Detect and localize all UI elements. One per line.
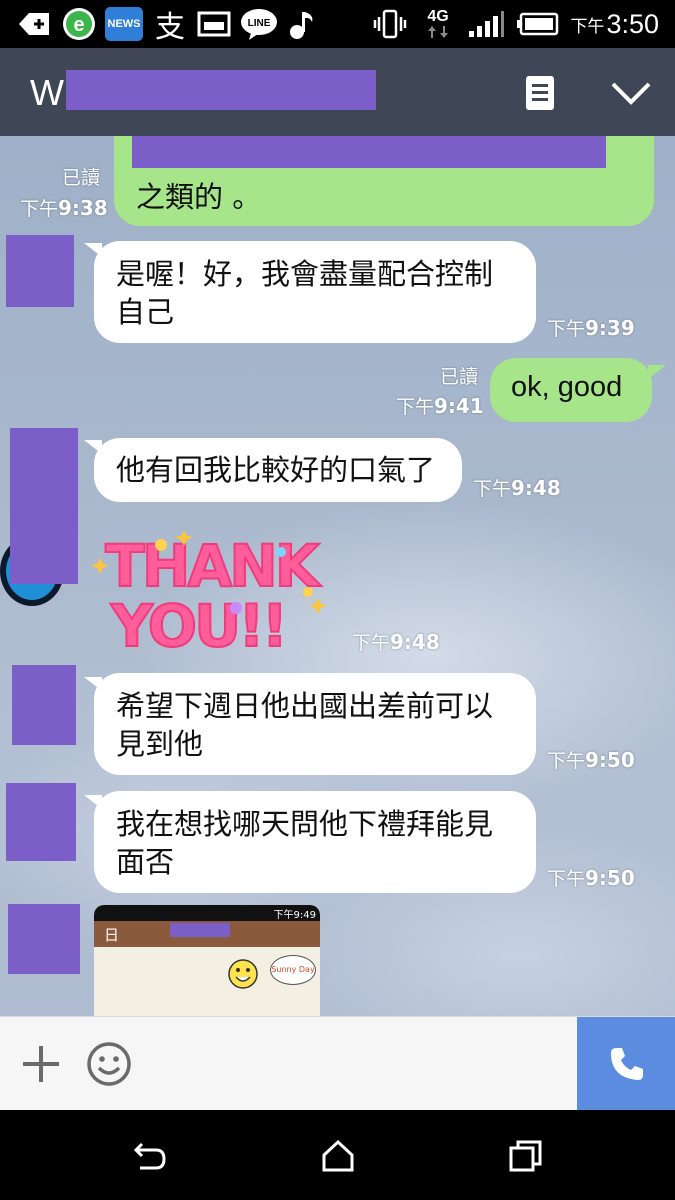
message-text: 之類的 。 xyxy=(136,180,262,214)
sticker-text-line2: YOU!! xyxy=(110,592,285,660)
thumb-statusbar: 下午9:49 xyxy=(94,905,320,921)
nav-bar xyxy=(0,1110,675,1200)
call-button[interactable] xyxy=(577,1017,675,1111)
time-prefix: 下午 xyxy=(547,868,586,890)
time-value: 9:48 xyxy=(390,630,440,654)
message-time: 下午9:41 xyxy=(396,392,484,419)
speech-text: Sunny Day xyxy=(271,965,315,974)
time-prefix: 下午 xyxy=(547,750,586,772)
avatar[interactable] xyxy=(12,665,76,745)
thank-you-sticker[interactable]: THANK YOU!! xyxy=(86,520,336,661)
message-bubble-in[interactable]: 我在想找哪天問他下禮拜能見 面否 xyxy=(94,791,536,893)
battery-icon xyxy=(514,7,562,41)
thumb-tab: 日 xyxy=(104,926,120,944)
status-clock: 下午 3:50 xyxy=(570,8,659,40)
message-bubble-in[interactable]: 希望下週日他出國出差前可以 見到他 xyxy=(94,673,536,775)
message-bubble-in[interactable]: 他有回我比較好的口氣了 xyxy=(94,438,462,502)
line-label: LINE xyxy=(248,18,271,29)
message-time: 下午9:50 xyxy=(547,864,635,891)
zhi-app-icon: 支 xyxy=(152,7,188,45)
bubble-tail xyxy=(648,365,666,379)
time-value: 9:41 xyxy=(434,394,484,418)
message-time: 下午9:39 xyxy=(547,314,635,341)
thumb-time: 下午9:49 xyxy=(273,910,316,921)
time-prefix: 下午 xyxy=(396,396,435,418)
redacted-title xyxy=(66,70,376,110)
zhi-label: 支 xyxy=(155,10,185,45)
line-app-icon: LINE xyxy=(238,7,280,41)
avatar[interactable] xyxy=(6,783,76,861)
network-label: 4G xyxy=(427,8,449,25)
gallery-icon xyxy=(196,7,232,41)
clock-prefix: 下午 xyxy=(570,17,605,37)
time-value: 9:38 xyxy=(58,196,108,220)
music-icon xyxy=(286,7,320,41)
news-label: NEWS xyxy=(105,7,143,41)
sticker-text-line1: THANK xyxy=(105,532,322,600)
time-value: 9:39 xyxy=(585,316,635,340)
back-icon[interactable] xyxy=(132,1138,168,1174)
chevron-down-icon[interactable] xyxy=(610,80,652,106)
svg-text:e: e xyxy=(73,14,84,36)
time-value: 9:50 xyxy=(585,748,635,772)
avatar[interactable] xyxy=(8,904,80,974)
message-bubble-in[interactable]: 是喔！好，我會盡量配合控制 自己 xyxy=(94,241,536,343)
time-prefix: 下午 xyxy=(352,632,391,654)
time-prefix: 下午 xyxy=(20,198,59,220)
status-bar: e NEWS 支 LINE 4G 下午 3:50 xyxy=(0,0,675,48)
notification-plus-icon xyxy=(16,7,52,41)
network-4g-icon: 4G xyxy=(420,7,456,41)
time-prefix: 下午 xyxy=(473,478,512,500)
smiley-icon[interactable] xyxy=(86,1041,132,1087)
redacted-text xyxy=(132,136,606,168)
time-value: 9:50 xyxy=(585,866,635,890)
image-message[interactable]: 下午9:49 日 Sunny Day xyxy=(94,905,320,1016)
chat-header: W xyxy=(0,48,675,136)
redacted-title xyxy=(170,923,230,937)
time-value: 9:48 xyxy=(511,476,561,500)
news-app-icon: NEWS xyxy=(104,7,144,41)
message-time: 下午9:48 xyxy=(352,628,440,655)
read-receipt: 已讀 xyxy=(440,366,479,388)
message-bubble-out[interactable]: 之類的 。 xyxy=(114,136,654,226)
message-text: ok, good xyxy=(511,371,623,403)
sun-face-icon xyxy=(218,949,268,999)
vibrate-icon xyxy=(372,7,408,41)
clock-time: 3:50 xyxy=(606,9,659,39)
thumb-header: 日 xyxy=(94,921,320,947)
message-time: 下午9:48 xyxy=(473,474,561,501)
time-prefix: 下午 xyxy=(547,318,586,340)
chat-title[interactable]: W xyxy=(30,72,64,114)
message-bubble-out[interactable]: ok, good xyxy=(490,358,652,422)
message-time: 下午9:38 xyxy=(20,194,108,221)
chat-area[interactable]: 之類的 。 已讀 下午9:38 是喔！好，我會盡量配合控制 自己 下午9:39 … xyxy=(0,136,675,1016)
home-icon[interactable] xyxy=(320,1138,356,1174)
phone-icon xyxy=(611,1048,643,1080)
input-bar xyxy=(0,1016,675,1111)
notes-icon[interactable] xyxy=(524,74,556,112)
avatar[interactable] xyxy=(10,428,78,584)
recent-apps-icon[interactable] xyxy=(508,1138,544,1174)
signal-icon xyxy=(466,7,506,41)
browser-e-icon: e xyxy=(60,7,98,41)
message-time: 下午9:50 xyxy=(547,746,635,773)
plus-icon[interactable] xyxy=(20,1043,62,1085)
read-receipt: 已讀 xyxy=(62,167,101,189)
avatar[interactable] xyxy=(6,235,74,307)
speech-bubble: Sunny Day xyxy=(270,955,316,985)
